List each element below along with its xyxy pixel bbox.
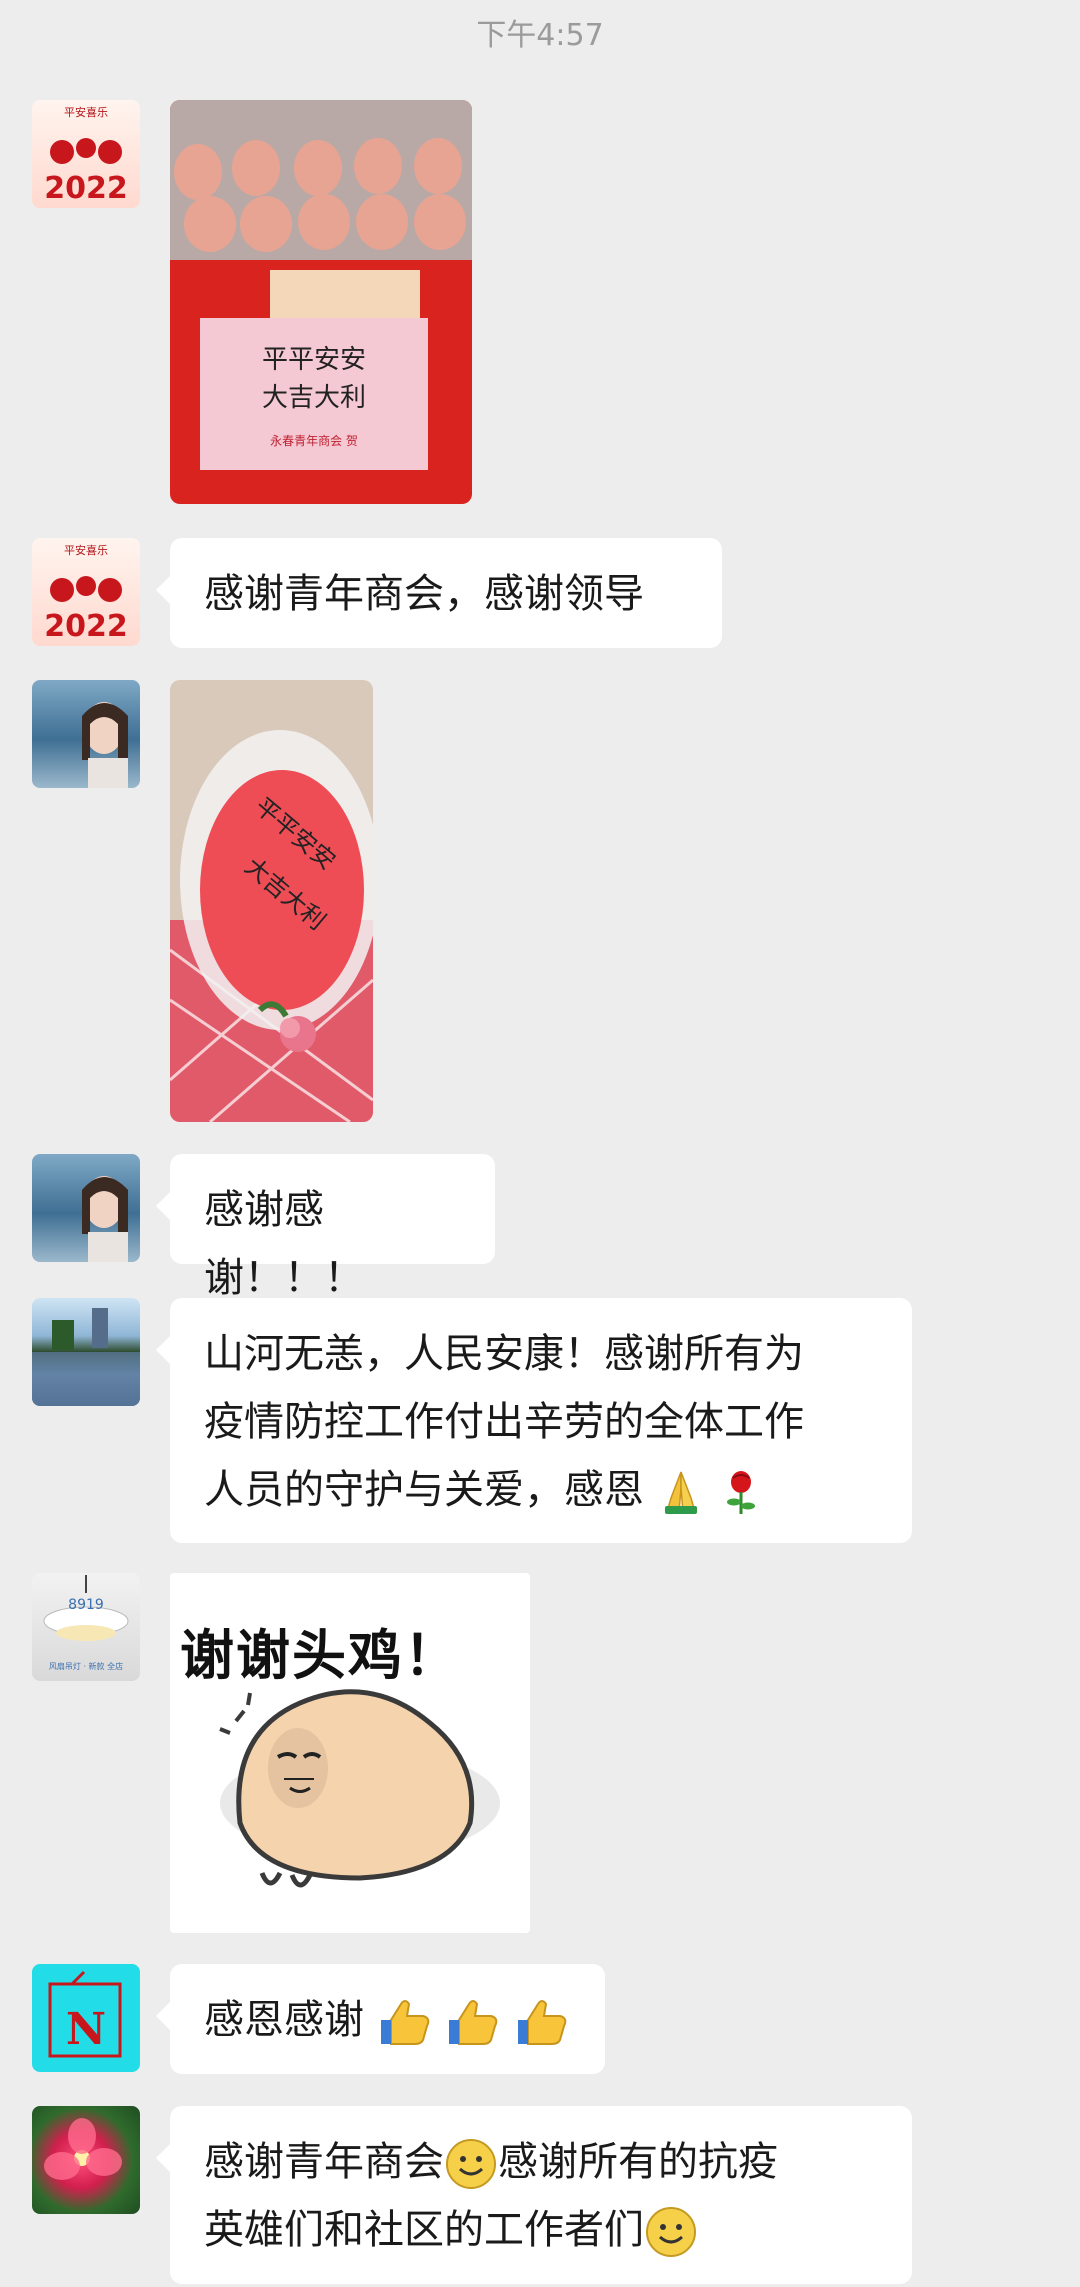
avatar[interactable] [32, 2106, 140, 2214]
text-bubble[interactable]: 感谢青年商会，感谢领导 [156, 538, 722, 648]
lamp-sub: 风扇吊灯 · 新款 全店 [49, 1661, 123, 1671]
text-bubble[interactable]: 感谢青年商会 感谢所有的抗疫 英雄们和社区的工作者们 [156, 2106, 912, 2284]
text-bubble[interactable]: 感谢感谢！！！ [156, 1154, 495, 1301]
text-bubble[interactable]: 感恩感谢 [156, 1964, 605, 2074]
timestamp: 下午4:57 [476, 18, 604, 53]
avatar[interactable]: N [32, 1964, 140, 2072]
svg-text:平安喜乐: 平安喜乐 [64, 543, 108, 557]
message-line: 人员的守护与关爱，感恩 [204, 1467, 644, 1513]
svg-text:平平安安: 平平安安 [262, 345, 366, 375]
message-text: 感谢青年商会，感谢领导 [204, 571, 644, 617]
chat-screen: 下午4:57 平安喜乐 2022 平平安安 大吉大利 永春青年商会 贺 平安喜乐… [0, 0, 1080, 2287]
thumbs-up-icon [449, 2000, 498, 2045]
svg-text:2022: 2022 [44, 609, 128, 644]
avatar[interactable]: 8919 风扇吊灯 · 新款 全店 [32, 1573, 140, 1681]
egg-gift-photo-icon: 平平安安 大吉大利 永春青年商会 贺 [170, 100, 472, 504]
thumbs-up-icon [380, 2000, 430, 2045]
message-text: 感谢感谢！！！ [204, 1187, 364, 1301]
svg-text:大吉大利: 大吉大利 [262, 383, 366, 413]
lamp-caption: 8919 [68, 1597, 104, 1613]
sticker-message[interactable]: 谢谢头鸡！ [170, 1573, 530, 1933]
avatar[interactable] [32, 1298, 140, 1406]
pray-hands-icon [664, 1471, 697, 1514]
image-message[interactable]: 平平安安 大吉大利 永春青年商会 贺 [170, 100, 472, 504]
avatar[interactable] [32, 680, 140, 788]
message-line-with-emoji: 人员的守护与关爱，感恩 [204, 1456, 878, 1524]
svg-text:N: N [66, 2004, 106, 2055]
rose-icon [727, 1471, 756, 1514]
potato-meme-icon [219, 1689, 500, 1888]
smile-icon [446, 2139, 496, 2189]
text-bubble[interactable]: 山河无恙，人民安康！感谢所有为 疫情防控工作付出辛劳的全体工作 人员的守护与关爱… [156, 1298, 912, 1543]
avatar-caption: 平安喜乐 [64, 105, 108, 119]
image-message[interactable]: 平平安安 大吉大利 [170, 680, 373, 1122]
svg-text:永春青年商会 贺: 永春青年商会 贺 [270, 433, 358, 448]
message-text: 感恩感谢 [204, 1997, 364, 2043]
message-line: 英雄们和社区的工作者们 [204, 2196, 878, 2264]
avatar[interactable]: 平安喜乐 2022 [32, 538, 140, 646]
message-line: 疫情防控工作付出辛劳的全体工作 [204, 1399, 804, 1445]
gift-bag-photo-icon: 平平安安 大吉大利 [170, 680, 373, 1122]
thumbs-up-icon [518, 2000, 567, 2045]
avatar[interactable] [32, 1154, 140, 1262]
avatar[interactable]: 平安喜乐 2022 [32, 100, 140, 208]
message-line: 山河无恙，人民安康！感谢所有为 [204, 1331, 804, 1377]
message-line: 感谢青年商会 感谢所有的抗疫 [204, 2128, 878, 2196]
avatar-year: 2022 [44, 171, 128, 206]
smile-icon [646, 2207, 696, 2257]
